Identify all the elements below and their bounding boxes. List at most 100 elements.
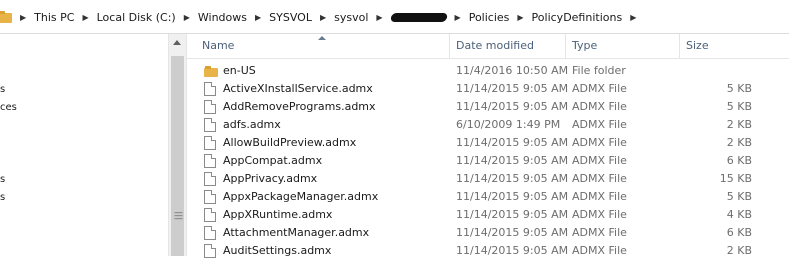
table-row[interactable]: ActiveXInstallService.admx 11/14/2015 9:0…: [186, 80, 789, 98]
file-type: ADMX File: [572, 100, 627, 113]
file-icon: [204, 118, 216, 132]
file-icon: [204, 100, 216, 114]
table-row[interactable]: adfs.admx 6/10/2009 1:49 PM ADMX File 2 KB: [186, 116, 789, 134]
file-date-modified: 11/14/2015 9:05 AM: [456, 244, 569, 257]
file-date-modified: 11/14/2015 9:05 AM: [456, 82, 569, 95]
table-row[interactable]: AppPrivacy.admx 11/14/2015 9:05 AM ADMX Fi…: [186, 170, 789, 188]
file-size: 2 KB: [726, 136, 752, 149]
folder-icon: [0, 11, 12, 23]
chevron-right-icon[interactable]: ▶: [376, 13, 382, 22]
nav-item-fragment[interactable]: s: [0, 84, 5, 95]
redacted-crumb[interactable]: [389, 12, 448, 22]
file-date-modified: 11/14/2015 9:05 AM: [456, 154, 569, 167]
file-type: ADMX File: [572, 226, 627, 239]
scroll-up-icon[interactable]: [173, 40, 181, 45]
chevron-right-icon[interactable]: ▶: [20, 13, 26, 22]
folder-icon: [204, 66, 218, 77]
column-header-row: Name Date modified Type Size: [186, 34, 789, 59]
file-name: adfs.admx: [223, 118, 281, 131]
file-size: 5 KB: [726, 100, 752, 113]
crumb-sysvol[interactable]: sysvol: [334, 11, 368, 24]
chevron-right-icon[interactable]: ▶: [255, 13, 261, 22]
table-row[interactable]: AttachmentManager.admx 11/14/2015 9:05 AM…: [186, 224, 789, 242]
nav-item-fragment[interactable]: ces: [0, 102, 17, 113]
file-type: File folder: [572, 64, 626, 77]
file-type: ADMX File: [572, 136, 627, 149]
grip-icon: — — —: [174, 208, 183, 224]
file-icon: [204, 82, 216, 96]
file-icon: [204, 208, 216, 222]
file-date-modified: 11/14/2015 9:05 AM: [456, 172, 569, 185]
address-bar[interactable]: ▶ This PC ▶ Local Disk (C:) ▶ Windows ▶ …: [0, 0, 789, 34]
file-list: Name Date modified Type Size en-US 11/4/2…: [186, 34, 789, 258]
file-name: AuditSettings.admx: [223, 244, 332, 257]
file-size: 5 KB: [726, 82, 752, 95]
file-size: 15 KB: [719, 172, 752, 185]
table-row[interactable]: AppCompat.admx 11/14/2015 9:05 AM ADMX Fil…: [186, 152, 789, 170]
chevron-right-icon[interactable]: ▶: [517, 13, 523, 22]
file-size: 6 KB: [726, 226, 752, 239]
table-row[interactable]: AddRemovePrograms.admx 11/14/2015 9:05 AM…: [186, 98, 789, 116]
crumb-windows[interactable]: Windows: [198, 11, 247, 24]
navigation-scrollbar[interactable]: — — —: [168, 34, 187, 256]
file-type: ADMX File: [572, 244, 627, 257]
file-name: AppPrivacy.admx: [223, 172, 318, 185]
chevron-right-icon[interactable]: ▶: [630, 13, 636, 22]
chevron-right-icon[interactable]: ▶: [455, 13, 461, 22]
file-type: ADMX File: [572, 82, 627, 95]
file-type: ADMX File: [572, 208, 627, 221]
file-type: ADMX File: [572, 154, 627, 167]
column-header-date[interactable]: Date modified: [449, 34, 565, 58]
column-header-name[interactable]: Name: [196, 34, 449, 58]
file-size: 2 KB: [726, 118, 752, 131]
table-row[interactable]: AppxPackageManager.admx 11/14/2015 9:05 A…: [186, 188, 789, 206]
file-type: ADMX File: [572, 172, 627, 185]
file-icon: [204, 190, 216, 204]
file-size: 5 KB: [726, 190, 752, 203]
file-type: ADMX File: [572, 190, 627, 203]
file-name: AppCompat.admx: [223, 154, 323, 167]
crumb-local-disk[interactable]: Local Disk (C:): [97, 11, 176, 24]
navigation-pane[interactable]: s ces s s: [0, 34, 168, 256]
scroll-thumb[interactable]: [171, 56, 184, 256]
file-name: AllowBuildPreview.admx: [223, 136, 357, 149]
file-date-modified: 11/14/2015 9:05 AM: [456, 208, 569, 221]
file-icon: [204, 154, 216, 168]
table-row[interactable]: en-US 11/4/2016 10:50 AM File folder: [186, 62, 789, 80]
chevron-right-icon[interactable]: ▶: [82, 13, 88, 22]
file-type: ADMX File: [572, 118, 627, 131]
crumb-policies[interactable]: Policies: [469, 11, 510, 24]
file-rows: en-US 11/4/2016 10:50 AM File folder Active…: [186, 62, 789, 260]
file-name: AttachmentManager.admx: [223, 226, 370, 239]
crumb-policy-definitions[interactable]: PolicyDefinitions: [532, 11, 623, 24]
file-name: en-US: [223, 64, 256, 77]
table-row[interactable]: AppXRuntime.admx 11/14/2015 9:05 AM ADMX F…: [186, 206, 789, 224]
crumb-sysvol-upper[interactable]: SYSVOL: [269, 11, 312, 24]
file-date-modified: 11/14/2015 9:05 AM: [456, 226, 569, 239]
file-size: 4 KB: [726, 208, 752, 221]
table-row[interactable]: AuditSettings.admx 11/14/2015 9:05 AM ADMX…: [186, 242, 789, 260]
file-name: ActiveXInstallService.admx: [223, 82, 373, 95]
chevron-right-icon[interactable]: ▶: [184, 13, 190, 22]
file-icon: [204, 226, 216, 240]
file-name: AppXRuntime.admx: [223, 208, 333, 221]
column-header-size[interactable]: Size: [679, 34, 761, 58]
file-size: 2 KB: [726, 244, 752, 257]
chevron-right-icon[interactable]: ▶: [320, 13, 326, 22]
nav-item-fragment[interactable]: s: [0, 192, 5, 203]
nav-item-fragment[interactable]: s: [0, 174, 5, 185]
file-date-modified: 11/4/2016 10:50 AM: [456, 64, 569, 77]
file-name: AppxPackageManager.admx: [223, 190, 379, 203]
file-date-modified: 11/14/2015 9:05 AM: [456, 190, 569, 203]
file-name: AddRemovePrograms.admx: [223, 100, 376, 113]
file-icon: [204, 172, 216, 186]
breadcrumb: ▶ This PC ▶ Local Disk (C:) ▶ Windows ▶ …: [0, 9, 644, 25]
crumb-this-pc[interactable]: This PC: [34, 11, 74, 24]
file-date-modified: 6/10/2009 1:49 PM: [456, 118, 561, 131]
file-icon: [204, 136, 216, 150]
file-date-modified: 11/14/2015 9:05 AM: [456, 136, 569, 149]
file-date-modified: 11/14/2015 9:05 AM: [456, 100, 569, 113]
table-row[interactable]: AllowBuildPreview.admx 11/14/2015 9:05 AM…: [186, 134, 789, 152]
file-size: 6 KB: [726, 154, 752, 167]
column-header-type[interactable]: Type: [565, 34, 679, 58]
